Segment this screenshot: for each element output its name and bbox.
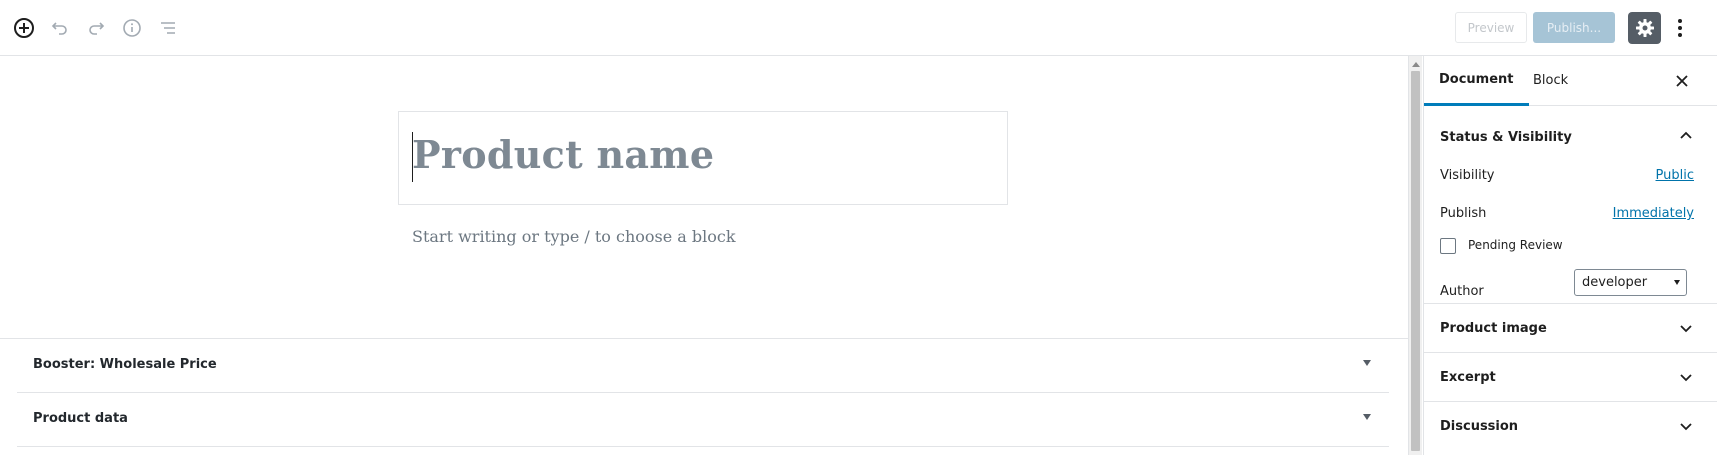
publish-label: Publish: [1440, 206, 1487, 221]
post-title-field[interactable]: Product name: [398, 111, 1008, 205]
gear-icon: [1635, 19, 1654, 37]
panel-title: Product image: [1440, 321, 1547, 336]
metabox-title: Product data: [33, 411, 128, 426]
panel-excerpt[interactable]: Excerpt: [1424, 353, 1717, 402]
panel-discussion[interactable]: Discussion: [1424, 402, 1717, 455]
chevron-up-icon[interactable]: [1678, 128, 1694, 144]
chevron-down-icon[interactable]: [1678, 369, 1694, 385]
sidebar-tabs: Document Block: [1424, 56, 1717, 106]
vertical-ellipsis-icon: [1678, 19, 1682, 37]
panel-title: Excerpt: [1440, 370, 1496, 385]
publish-date-link[interactable]: Immediately: [1613, 206, 1694, 221]
undo-icon[interactable]: [48, 16, 72, 40]
metabox-title: Booster: Wholesale Price: [33, 357, 217, 372]
publish-button[interactable]: Publish...: [1533, 12, 1615, 43]
panel-status-visibility: Status & Visibility Visibility Public Pu…: [1424, 106, 1717, 304]
scroll-thumb[interactable]: [1411, 71, 1420, 451]
info-icon[interactable]: [120, 16, 144, 40]
caret-down-icon[interactable]: [1363, 360, 1371, 366]
scroll-up-arrow[interactable]: [1412, 62, 1420, 67]
visibility-link[interactable]: Public: [1656, 168, 1694, 183]
panel-product-image[interactable]: Product image: [1424, 304, 1717, 353]
pending-review-label[interactable]: Pending Review: [1468, 238, 1563, 252]
panel-title[interactable]: Status & Visibility: [1440, 130, 1572, 145]
caret-down-icon[interactable]: [1363, 414, 1371, 420]
title-placeholder: Product name: [412, 132, 715, 177]
pending-review-checkbox[interactable]: [1440, 238, 1456, 254]
list-icon[interactable]: [156, 16, 180, 40]
close-icon[interactable]: [1670, 69, 1694, 93]
settings-button[interactable]: [1628, 12, 1661, 44]
chevron-down-icon: [1674, 280, 1680, 285]
add-block-icon[interactable]: [12, 16, 36, 40]
more-options-button[interactable]: [1670, 16, 1690, 40]
metabox-product-data[interactable]: Product data: [17, 393, 1389, 447]
editor-canvas: Product name Start writing or type / to …: [0, 56, 1408, 455]
settings-sidebar: Document Block Status & Visibility Visib…: [1423, 56, 1717, 455]
metabox-booster-wholesale-price[interactable]: Booster: Wholesale Price: [17, 339, 1389, 393]
redo-icon[interactable]: [84, 16, 108, 40]
metabox-area: Booster: Wholesale Price Product data: [0, 338, 1408, 455]
chevron-down-icon[interactable]: [1678, 320, 1694, 336]
preview-button[interactable]: Preview: [1455, 12, 1527, 43]
author-label: Author: [1440, 284, 1484, 299]
tab-document[interactable]: Document: [1424, 56, 1529, 106]
chevron-down-icon[interactable]: [1678, 418, 1694, 434]
author-select-value: developer: [1582, 275, 1648, 290]
text-caret: [412, 132, 413, 182]
editor-scrollbar[interactable]: [1408, 56, 1422, 455]
author-select[interactable]: developer: [1574, 269, 1687, 296]
tab-block[interactable]: Block: [1518, 56, 1583, 105]
editor-toolbar: Preview Publish...: [0, 0, 1717, 56]
panel-title: Discussion: [1440, 419, 1519, 434]
default-block-appender[interactable]: Start writing or type / to choose a bloc…: [412, 227, 736, 246]
toolbar-left-group: [12, 16, 180, 40]
visibility-label: Visibility: [1440, 168, 1495, 183]
